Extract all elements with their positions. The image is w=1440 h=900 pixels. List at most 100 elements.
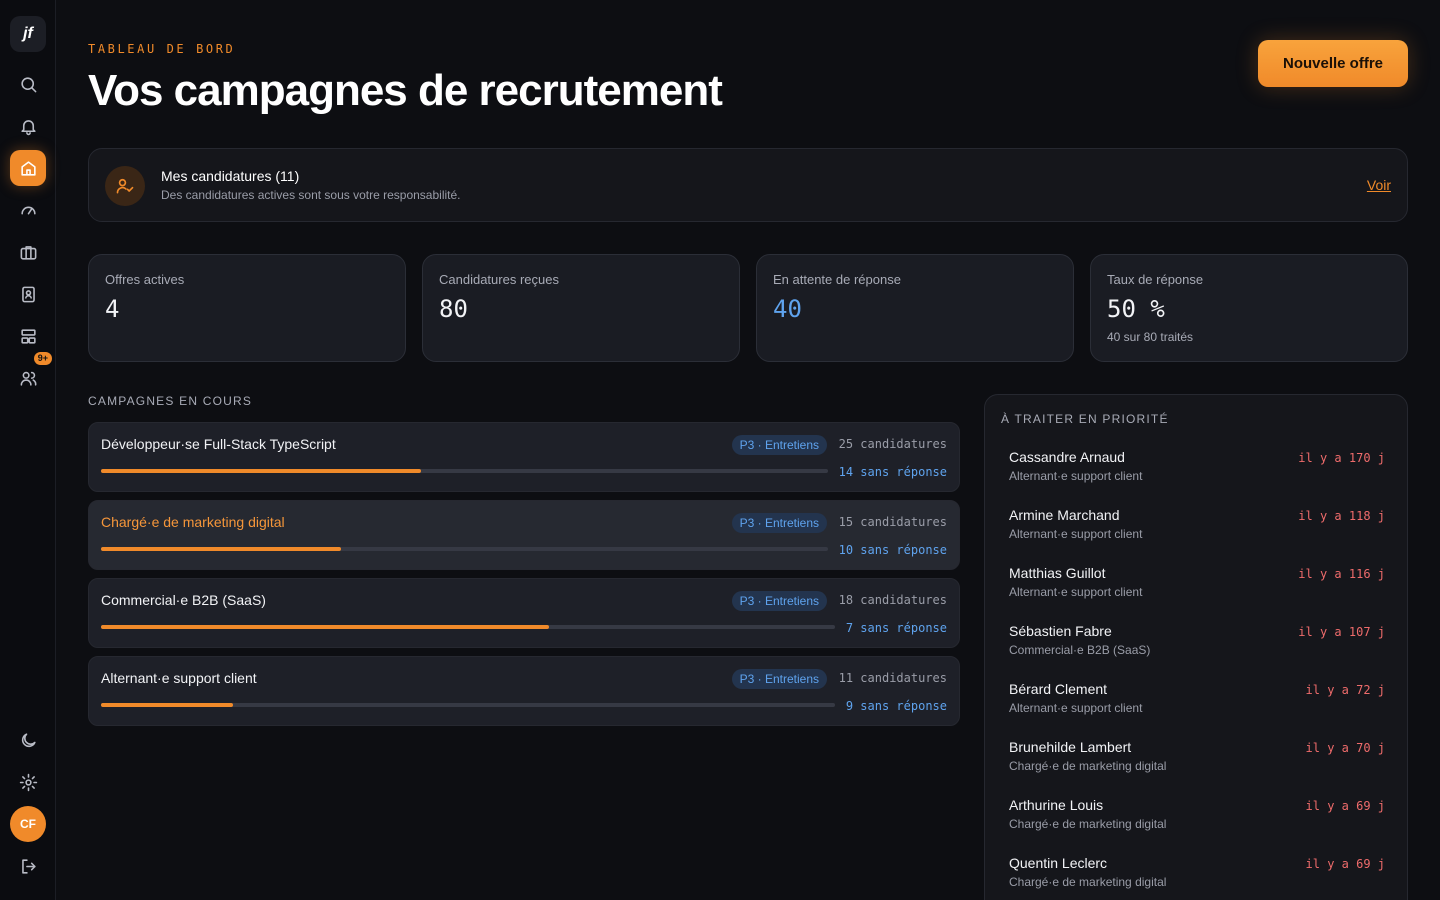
priority-candidate[interactable]: Cassandre Arnaud Alternant·e support cli… — [1009, 449, 1385, 489]
campaign-progress-fill — [101, 703, 234, 707]
banner-subtitle: Des candidatures actives sont sous votre… — [161, 188, 461, 202]
sidebar-item-home[interactable] — [10, 150, 46, 186]
candidate-name: Arthurine Louis — [1009, 797, 1104, 813]
stat-label: Candidatures reçues — [439, 272, 559, 287]
stage-badge: P3 · Entretiens — [731, 435, 827, 455]
priority-panel-label: À TRAITER EN PRIORITÉ — [1001, 412, 1169, 426]
search-icon — [20, 76, 36, 92]
settings-button[interactable] — [10, 764, 46, 800]
candidate-role: Commercial·e B2B (SaaS) — [1009, 643, 1151, 657]
candidate-name: Brunehilde Lambert — [1009, 739, 1132, 755]
campaign-progress-fill — [101, 469, 421, 473]
candidate-age: il y a 70 j — [1305, 741, 1385, 755]
sidebar-item-dashboard[interactable] — [10, 192, 46, 228]
page-title: Vos campagnes de recrutement — [88, 66, 723, 115]
candidate-name: Matthias Guillot — [1009, 565, 1106, 581]
campaign-title: Développeur·se Full-Stack TypeScript — [101, 436, 336, 452]
stat-card-applications-received: Candidatures reçues 80 — [422, 254, 740, 362]
campaign-card[interactable]: Commercial·e B2B (SaaS) P3 · Entretiens … — [88, 578, 960, 648]
layout-icon — [20, 328, 36, 344]
priority-candidate[interactable]: Sébastien Fabre Commercial·e B2B (SaaS) … — [1009, 623, 1385, 663]
contact-book-icon — [21, 286, 35, 302]
campaign-progress — [101, 547, 828, 551]
priority-candidate[interactable]: Arthurine Louis Chargé·e de marketing di… — [1009, 797, 1385, 837]
stage-badge: P3 · Entretiens — [731, 591, 827, 611]
candidate-age: il y a 118 j — [1298, 509, 1385, 523]
campaign-count: 15 candidatures — [838, 515, 947, 529]
user-check-icon — [105, 166, 145, 206]
view-applications-link[interactable]: Voir — [1367, 177, 1391, 193]
candidate-age: il y a 170 j — [1298, 451, 1385, 465]
candidate-role: Alternant·e support client — [1009, 469, 1143, 483]
my-applications-banner: Mes candidatures (11) Des candidatures a… — [88, 148, 1408, 222]
user-avatar[interactable]: CF — [10, 806, 46, 842]
candidate-name: Bérard Clement — [1009, 681, 1108, 697]
candidate-name: Sébastien Fabre — [1009, 623, 1112, 639]
campaign-title: Alternant·e support client — [101, 670, 257, 686]
sidebar-item-team[interactable]: 9+ — [10, 352, 52, 396]
campaign-progress — [101, 703, 835, 707]
priority-candidate[interactable]: Quentin Leclerc Chargé·e de marketing di… — [1009, 855, 1385, 895]
stage-badge: P3 · Entretiens — [731, 513, 827, 533]
campaign-count: 25 candidatures — [838, 437, 947, 451]
team-count-badge: 9+ — [33, 352, 52, 365]
stat-label: Offres actives — [105, 272, 185, 287]
stat-label: En attente de réponse — [773, 272, 901, 287]
stat-value: 50 % — [1107, 295, 1165, 323]
sidebar-item-contacts[interactable] — [10, 276, 46, 312]
gear-icon — [19, 773, 37, 791]
search-button[interactable] — [10, 66, 46, 102]
campaign-card[interactable]: Chargé·e de marketing digital P3 · Entre… — [88, 500, 960, 570]
stat-label: Taux de réponse — [1107, 272, 1204, 287]
priority-candidate[interactable]: Bérard Clement Alternant·e support clien… — [1009, 681, 1385, 721]
new-offer-button[interactable]: Nouvelle offre — [1258, 40, 1408, 87]
bell-icon — [20, 119, 36, 135]
stat-value: 4 — [105, 295, 120, 323]
campaign-progress-fill — [101, 625, 549, 629]
moon-icon — [21, 732, 36, 747]
priority-candidate[interactable]: Brunehilde Lambert Chargé·e de marketing… — [1009, 739, 1385, 779]
sidebar-item-layout[interactable] — [10, 318, 46, 354]
theme-toggle-button[interactable] — [10, 722, 46, 758]
stat-card-active-offers: Offres actives 4 — [88, 254, 406, 362]
campaign-waiting: 9 sans réponse — [845, 699, 947, 713]
briefcase-icon — [20, 245, 36, 260]
campaign-waiting: 7 sans réponse — [845, 621, 947, 635]
priority-candidate[interactable]: Matthias Guillot Alternant·e support cli… — [1009, 565, 1385, 605]
priority-panel: À TRAITER EN PRIORITÉ Cassandre Arnaud A… — [984, 394, 1408, 900]
candidate-name: Cassandre Arnaud — [1009, 449, 1125, 465]
logout-icon — [21, 858, 36, 874]
candidate-role: Alternant·e support client — [1009, 585, 1143, 599]
stat-value: 80 — [439, 295, 468, 323]
logout-button[interactable] — [10, 848, 46, 884]
campaign-progress — [101, 625, 835, 629]
sidebar-item-jobs[interactable] — [10, 234, 46, 270]
gauge-icon — [20, 206, 36, 214]
candidate-role: Chargé·e de marketing digital — [1009, 817, 1167, 831]
campaigns-section-label: CAMPAGNES EN COURS — [88, 394, 253, 408]
candidate-age: il y a 107 j — [1298, 625, 1385, 639]
candidate-age: il y a 72 j — [1305, 683, 1385, 697]
users-icon — [20, 371, 36, 386]
campaign-card[interactable]: Développeur·se Full-Stack TypeScript P3 … — [88, 422, 960, 492]
candidate-age: il y a 69 j — [1305, 857, 1385, 871]
app-logo[interactable]: jf — [10, 16, 46, 52]
candidate-role: Alternant·e support client — [1009, 701, 1143, 715]
campaign-progress — [101, 469, 828, 473]
page-eyebrow: TABLEAU DE BORD — [88, 42, 236, 56]
campaign-count: 11 candidatures — [838, 671, 947, 685]
candidate-name: Armine Marchand — [1009, 507, 1120, 523]
campaign-title: Chargé·e de marketing digital — [101, 514, 285, 530]
home-icon — [20, 160, 36, 176]
campaign-card[interactable]: Alternant·e support client P3 · Entretie… — [88, 656, 960, 726]
candidate-role: Alternant·e support client — [1009, 527, 1143, 541]
candidate-age: il y a 116 j — [1298, 567, 1385, 581]
candidate-age: il y a 69 j — [1305, 799, 1385, 813]
notifications-button[interactable] — [10, 108, 46, 144]
campaign-title: Commercial·e B2B (SaaS) — [101, 592, 266, 608]
campaign-waiting: 10 sans réponse — [838, 543, 947, 557]
banner-title: Mes candidatures (11) — [161, 168, 300, 184]
stage-badge: P3 · Entretiens — [731, 669, 827, 689]
campaign-count: 18 candidatures — [838, 593, 947, 607]
priority-candidate[interactable]: Armine Marchand Alternant·e support clie… — [1009, 507, 1385, 547]
